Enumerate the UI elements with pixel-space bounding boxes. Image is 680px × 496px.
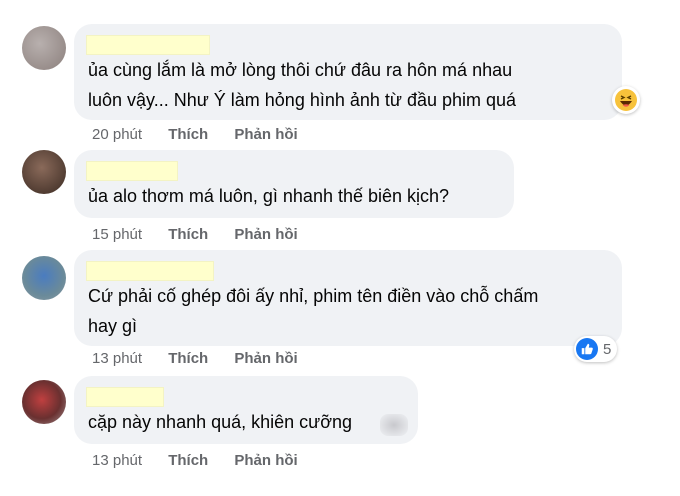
blurred-text <box>380 414 408 436</box>
avatar[interactable] <box>22 150 66 194</box>
comment-text: ủa cùng lắm là mở lòng thôi chứ đâu ra h… <box>88 60 517 110</box>
comment-time[interactable]: 13 phút <box>92 350 142 367</box>
comment-bubble: Cứ phải cố ghép đôi ấy nhỉ, phim tên điề… <box>74 250 622 346</box>
redacted-author-name[interactable] <box>86 35 210 55</box>
comment-bubble: ủa alo thơm má luôn, gì nhanh thế biên k… <box>74 150 514 218</box>
reply-button[interactable]: Phản hồi <box>234 226 297 243</box>
reaction-count: 5 <box>603 340 612 358</box>
avatar[interactable] <box>22 380 66 424</box>
like-button[interactable]: Thích <box>168 226 208 243</box>
comment-bubble: ủa cùng lắm là mở lòng thôi chứ đâu ra h… <box>74 24 622 120</box>
like-icon <box>576 338 598 360</box>
like-reaction-badge[interactable]: 5 <box>574 336 618 362</box>
comment-meta: 13 phút Thích Phản hồi <box>92 350 298 367</box>
comment-bubble: cặp này nhanh quá, khiên cưỡng <box>74 376 418 444</box>
reply-button[interactable]: Phản hồi <box>234 350 297 367</box>
reply-button[interactable]: Phản hồi <box>234 452 297 469</box>
comment-text: Cứ phải cố ghép đôi ấy nhỉ, phim tên điề… <box>88 286 539 336</box>
comment-text: cặp này nhanh quá, khiên cưỡng <box>88 412 353 432</box>
comment-time[interactable]: 20 phút <box>92 126 142 143</box>
like-button[interactable]: Thích <box>168 126 208 143</box>
comment-time[interactable]: 13 phút <box>92 452 142 469</box>
like-button[interactable]: Thích <box>168 350 208 367</box>
comment-meta: 15 phút Thích Phản hồi <box>92 226 298 243</box>
haha-icon[interactable] <box>612 86 640 114</box>
redacted-author-name[interactable] <box>86 387 164 407</box>
redacted-author-name[interactable] <box>86 161 178 181</box>
comment-meta: 20 phút Thích Phản hồi <box>92 126 298 143</box>
avatar[interactable] <box>22 26 66 70</box>
avatar[interactable] <box>22 256 66 300</box>
comment-text: ủa alo thơm má luôn, gì nhanh thế biên k… <box>88 186 450 206</box>
comment-meta: 13 phút Thích Phản hồi <box>92 452 298 469</box>
redacted-author-name[interactable] <box>86 261 214 281</box>
comment-time[interactable]: 15 phút <box>92 226 142 243</box>
reply-button[interactable]: Phản hồi <box>234 126 297 143</box>
like-button[interactable]: Thích <box>168 452 208 469</box>
